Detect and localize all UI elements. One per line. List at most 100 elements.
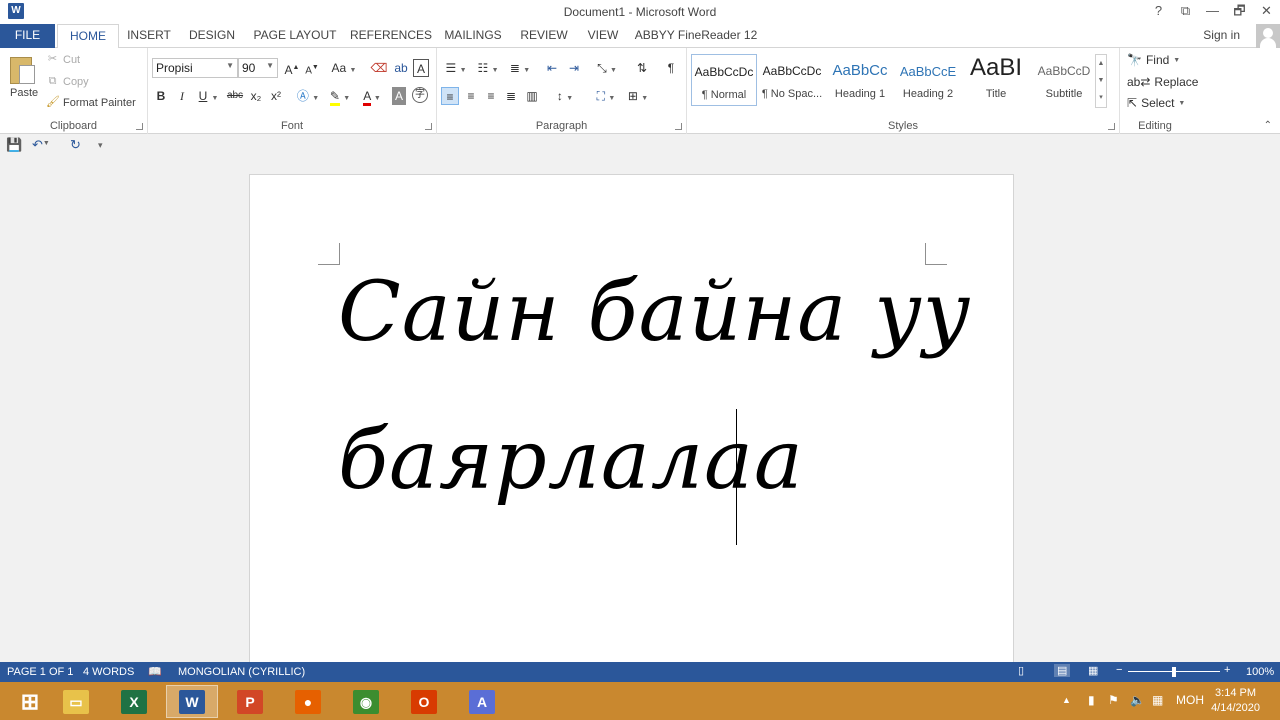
- align-left-icon[interactable]: ≡: [441, 87, 459, 105]
- tab-file[interactable]: FILE: [0, 24, 55, 48]
- tab-abbyy-finereader[interactable]: ABBYY FineReader 12: [634, 24, 758, 48]
- tab-home[interactable]: HOME: [57, 24, 119, 49]
- tab-references[interactable]: REFERENCES: [350, 24, 432, 48]
- tab-design[interactable]: DESIGN: [184, 24, 240, 48]
- avatar[interactable]: [1256, 24, 1280, 48]
- italic-button[interactable]: I: [175, 87, 189, 105]
- undo-icon[interactable]: ↶ ▼: [32, 137, 50, 153]
- battery-icon[interactable]: ▮: [1088, 693, 1095, 707]
- taskbar-firefox-button[interactable]: ●: [282, 685, 334, 718]
- styles-gallery-scroll[interactable]: ▲ ▼ ▾: [1095, 54, 1107, 108]
- language-indicator[interactable]: MONGOLIAN (CYRILLIC): [178, 666, 305, 678]
- zoom-in-button[interactable]: +: [1224, 664, 1230, 676]
- enclose-characters-icon[interactable]: 字: [412, 87, 428, 103]
- cut-button[interactable]: ✂ Cut: [46, 53, 80, 66]
- decrease-indent-icon[interactable]: ⇤: [543, 59, 561, 77]
- style-heading-1[interactable]: AaBbCc Heading 1: [827, 54, 893, 106]
- font-color-button[interactable]: A ▼: [358, 87, 386, 106]
- network-icon[interactable]: ▦: [1152, 693, 1163, 707]
- clear-formatting-icon[interactable]: ⌫: [370, 59, 388, 77]
- save-icon[interactable]: 💾: [6, 137, 22, 153]
- highlight-icon[interactable]: ✎ ▼: [326, 87, 354, 106]
- change-case-button[interactable]: Aa ▼: [330, 59, 358, 77]
- grow-font-button[interactable]: A▲: [284, 59, 300, 77]
- volume-icon[interactable]: 🔈: [1130, 693, 1145, 707]
- style-title[interactable]: AaBI Title: [963, 54, 1029, 106]
- underline-dropdown-icon[interactable]: ▼: [210, 87, 220, 105]
- taskbar-excel-button[interactable]: X: [108, 685, 160, 718]
- redo-icon[interactable]: ↻: [70, 137, 81, 153]
- close-button[interactable]: ✕: [1253, 0, 1280, 24]
- align-center-icon[interactable]: ≡: [463, 87, 479, 105]
- sort-icon[interactable]: ⇅: [633, 59, 651, 77]
- line-spacing-icon[interactable]: ↕ ▼: [551, 87, 579, 105]
- proofing-icon[interactable]: 📖: [148, 665, 162, 678]
- customize-qat-icon[interactable]: ▾: [98, 140, 103, 151]
- zoom-level[interactable]: 100%: [1246, 666, 1274, 678]
- tab-review[interactable]: REVIEW: [516, 24, 572, 48]
- system-clock[interactable]: 3:14 PM 4/14/2020: [1211, 686, 1260, 716]
- copy-button[interactable]: ⧉ Copy: [46, 75, 89, 88]
- collapse-ribbon-icon[interactable]: ⌃: [1264, 120, 1272, 131]
- bullets-icon[interactable]: ☰ ▼: [442, 59, 470, 77]
- document-page[interactable]: Сайн байна уу баярлалаа: [249, 174, 1014, 662]
- phonetic-guide-icon[interactable]: ab: [392, 59, 410, 77]
- character-shading-button[interactable]: A: [392, 87, 406, 105]
- bold-button[interactable]: B: [154, 87, 168, 105]
- multilevel-list-icon[interactable]: ≣ ▼: [506, 59, 534, 77]
- taskbar-start-button[interactable]: ⊞: [4, 685, 56, 718]
- web-layout-icon[interactable]: ▦: [1088, 664, 1098, 677]
- style-no-spacing[interactable]: AaBbCcDc ¶ No Spac...: [759, 54, 825, 106]
- shrink-font-button[interactable]: A▼: [304, 59, 320, 77]
- taskbar-chrome-button[interactable]: ◉: [340, 685, 392, 718]
- minimize-button[interactable]: —: [1199, 0, 1226, 24]
- taskbar-word-button[interactable]: W: [166, 685, 218, 718]
- tab-view[interactable]: VIEW: [582, 24, 624, 48]
- clipboard-dialog-launcher-icon[interactable]: [136, 123, 143, 130]
- increase-indent-icon[interactable]: ⇥: [565, 59, 583, 77]
- taskbar-office-button[interactable]: O: [398, 685, 450, 718]
- justify-icon[interactable]: ≣: [503, 87, 519, 105]
- style-heading-2[interactable]: AaBbCcE Heading 2: [895, 54, 961, 106]
- paste-button[interactable]: Paste: [10, 87, 38, 99]
- style-subtitle[interactable]: AaBbCcD Subtitle: [1031, 54, 1097, 106]
- restore-button[interactable]: 🗗: [1226, 0, 1253, 24]
- character-border-icon[interactable]: A: [413, 59, 429, 77]
- help-icon[interactable]: ?: [1145, 0, 1172, 24]
- show-hide-formatting-button[interactable]: ¶: [663, 59, 679, 77]
- strikethrough-button[interactable]: abc: [225, 87, 245, 105]
- print-layout-icon[interactable]: ▤: [1054, 664, 1071, 677]
- taskbar-file-explorer-button[interactable]: ▭: [50, 685, 102, 718]
- font-name-combo[interactable]: Propisi ▼: [152, 58, 238, 78]
- input-language[interactable]: MOH: [1176, 693, 1204, 707]
- document-text-line-2[interactable]: баярлалаа: [338, 413, 804, 508]
- format-painter-button[interactable]: 🖌 Format Painter: [46, 96, 136, 109]
- show-hidden-icons[interactable]: ▲: [1062, 695, 1071, 705]
- taskbar-abbyy-button[interactable]: A: [456, 685, 508, 718]
- text-effects-icon[interactable]: Ⓐ ▼: [296, 87, 320, 105]
- numbering-icon[interactable]: ☷ ▼: [474, 59, 502, 77]
- page-count[interactable]: PAGE 1 OF 1: [7, 666, 73, 678]
- zoom-slider-thumb[interactable]: [1172, 667, 1176, 677]
- font-size-combo[interactable]: 90 ▼: [238, 58, 278, 78]
- underline-button[interactable]: U: [196, 87, 210, 105]
- word-count[interactable]: 4 WORDS: [83, 666, 134, 678]
- find-button[interactable]: 🔭 Find ▼: [1127, 53, 1180, 67]
- styles-dialog-launcher-icon[interactable]: [1108, 123, 1115, 130]
- font-dialog-launcher-icon[interactable]: [425, 123, 432, 130]
- borders-icon[interactable]: ⊞ ▼: [623, 87, 653, 105]
- action-center-flag-icon[interactable]: ⚑: [1108, 693, 1119, 707]
- paragraph-dialog-launcher-icon[interactable]: [675, 123, 682, 130]
- select-button[interactable]: ⇱ Select ▼: [1127, 96, 1185, 110]
- align-right-icon[interactable]: ≡: [483, 87, 499, 105]
- document-text-line-1[interactable]: Сайн байна уу: [338, 265, 971, 360]
- read-mode-icon[interactable]: ▯: [1018, 664, 1024, 677]
- shading-bucket-icon[interactable]: ⛶ ▼: [591, 87, 621, 105]
- tab-page-layout[interactable]: PAGE LAYOUT: [250, 24, 340, 48]
- ribbon-display-options-icon[interactable]: ⧉: [1172, 0, 1199, 24]
- taskbar-powerpoint-button[interactable]: P: [224, 685, 276, 718]
- style-normal[interactable]: AaBbCcDc ¶ Normal: [691, 54, 757, 106]
- text-direction-icon[interactable]: ⤡ ▼: [593, 59, 621, 77]
- distributed-icon[interactable]: ▥: [523, 87, 541, 105]
- tab-mailings[interactable]: MAILINGS: [440, 24, 506, 48]
